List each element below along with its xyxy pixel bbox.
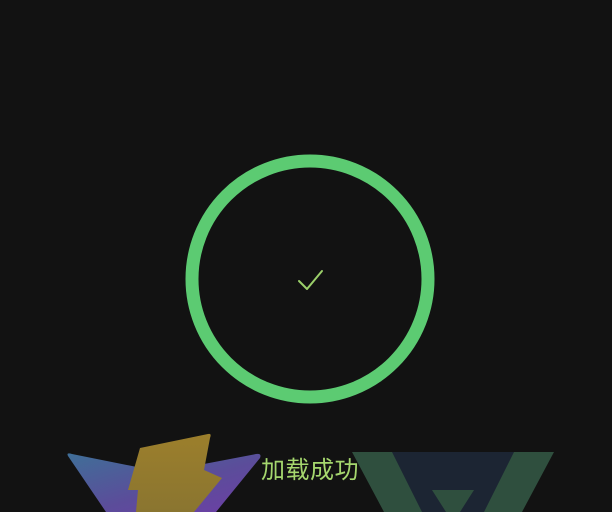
status-message: 加载成功 — [261, 456, 359, 484]
loading-screen: 加载成功 — [0, 0, 612, 512]
success-ring — [185, 154, 435, 404]
checkmark-icon — [298, 270, 323, 290]
